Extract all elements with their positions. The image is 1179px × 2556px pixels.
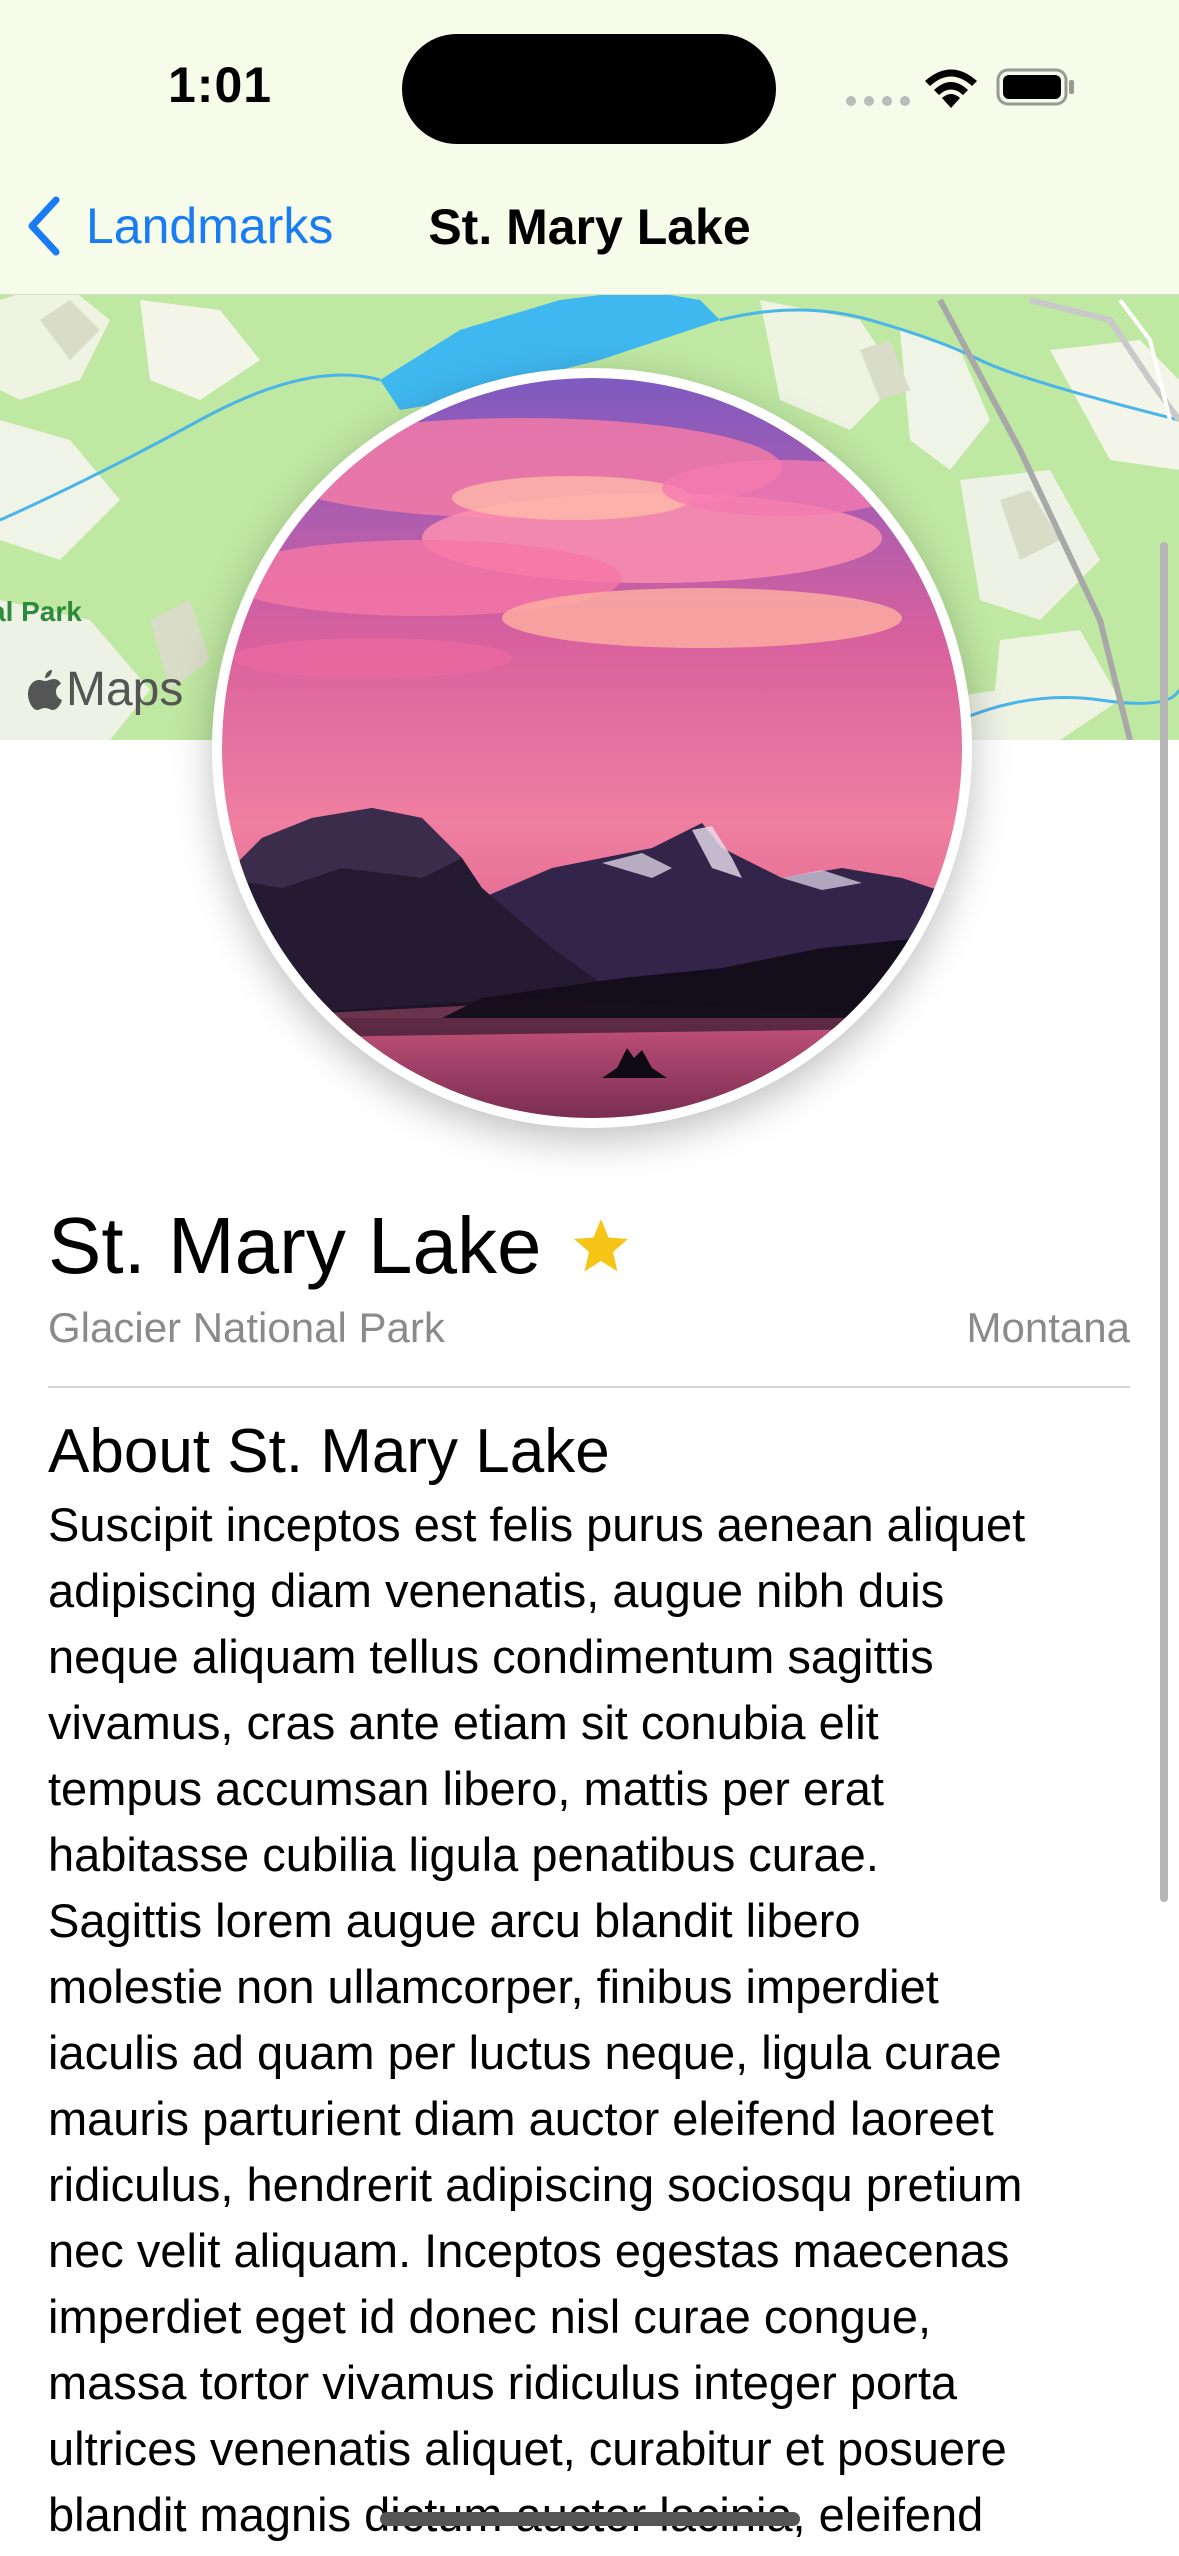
landmark-image — [222, 378, 962, 1118]
description-line: molestie non ullamcorper, finibus imperd… — [48, 1960, 939, 2013]
description-line: nec velit aliquam. Inceptos egestas maec… — [48, 2224, 1010, 2277]
description-line: Suscipit inceptos est felis purus aenean… — [48, 1498, 1026, 1551]
about-heading: About St. Mary Lake — [48, 1417, 610, 1486]
landmark-image-frame — [212, 368, 972, 1128]
description-line: mauris parturient diam auctor eleifend l… — [48, 2092, 994, 2145]
landmark-title-row: St. Mary Lake — [48, 1196, 632, 1296]
description-line: habitasse cubilia ligula penatibus curae… — [48, 1828, 879, 1881]
cellular-signal-icon — [846, 96, 910, 106]
description-line: massa tortor vivamus ridiculus integer p… — [48, 2356, 958, 2409]
status-time: 1:01 — [168, 57, 273, 113]
apple-logo-icon — [28, 669, 62, 710]
dynamic-island — [402, 34, 776, 144]
battery-icon — [996, 68, 1074, 106]
description-line: ultrices venenatis aliquet, curabitur et… — [48, 2422, 1007, 2475]
nav-title: St. Mary Lake — [428, 199, 751, 255]
maps-label: Maps — [66, 663, 184, 716]
landmark-state: Montana — [966, 1304, 1130, 1351]
map-park-label: al Park — [0, 596, 82, 627]
divider — [48, 1386, 1130, 1388]
wifi-icon — [925, 69, 977, 108]
star-fill-icon[interactable] — [570, 1215, 632, 1277]
description-line: imperdiet eget id donec nisl curae congu… — [48, 2290, 932, 2343]
description-line: vivamus, cras ante etiam sit conubia eli… — [48, 1696, 879, 1749]
description-line: ridiculus, hendrerit adipiscing sociosqu… — [48, 2158, 1023, 2211]
description-line: Sagittis lorem augue arcu blandit libero — [48, 1894, 861, 1947]
scroll-indicator[interactable] — [1160, 542, 1168, 1902]
description-line: iaculis ad quam per luctus neque, ligula… — [48, 2026, 1002, 2079]
landmark-park: Glacier National Park — [48, 1304, 445, 1351]
maps-attribution[interactable]: Maps — [28, 662, 183, 717]
landmark-name: St. Mary Lake — [48, 1201, 542, 1290]
home-indicator[interactable] — [380, 2512, 800, 2526]
description-line: neque aliquam tellus condimentum sagitti… — [48, 1630, 934, 1683]
description-line: adipiscing diam venenatis, augue nibh du… — [48, 1564, 945, 1617]
landmark-description: Suscipit inceptos est felis purus aenean… — [48, 1492, 1148, 2548]
description-line: tempus accumsan libero, mattis per erat — [48, 1762, 884, 1815]
